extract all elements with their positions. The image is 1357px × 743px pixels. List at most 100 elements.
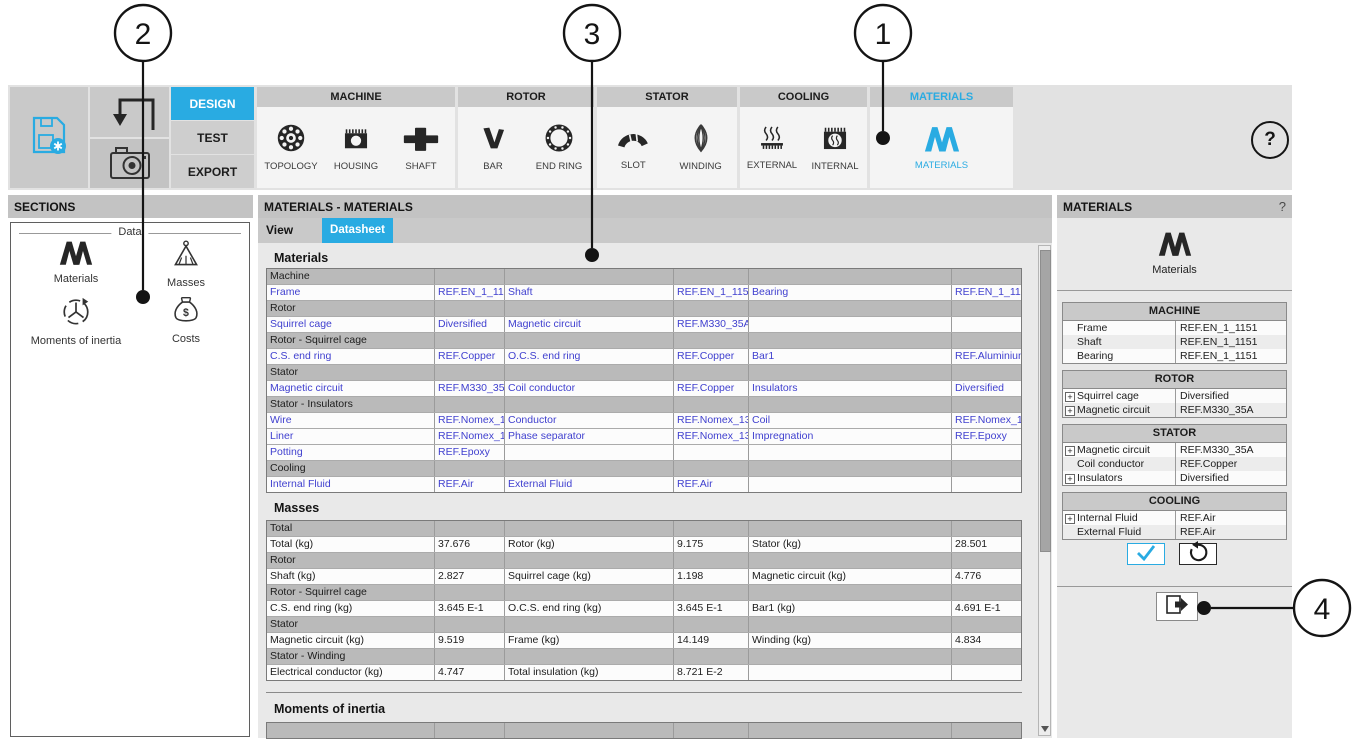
group-title-cooling: COOLING: [740, 87, 867, 107]
table-cell: [749, 553, 952, 568]
table-cell[interactable]: Insulators: [749, 381, 952, 396]
summary-row[interactable]: Internal FluidREF.Air: [1063, 511, 1286, 525]
table-cell: [435, 397, 505, 412]
table-cell[interactable]: REF.EN_1_1151: [674, 285, 749, 300]
shaft-icon-item[interactable]: SHAFT: [390, 123, 452, 172]
table-cell[interactable]: REF.Nomex_130: [435, 413, 505, 428]
toolbar-item-internal-cooling[interactable]: INTERNAL: [804, 123, 866, 172]
table-cell: Total insulation (kg): [505, 665, 674, 680]
table-cell[interactable]: Wire: [267, 413, 435, 428]
table-cell[interactable]: Magnetic circuit: [267, 381, 435, 396]
expand-plus-icon[interactable]: [1065, 514, 1075, 524]
table-cell[interactable]: O.C.S. end ring: [505, 349, 674, 364]
sidebar-item-masses[interactable]: Masses: [131, 239, 241, 289]
winding-icon: [686, 123, 716, 158]
table-cell[interactable]: REF.Epoxy: [435, 445, 505, 460]
table-cell[interactable]: REF.Nomex_130: [435, 429, 505, 444]
table-cell[interactable]: Internal Fluid: [267, 477, 435, 492]
table-cell[interactable]: REF.Aluminium: [952, 349, 1021, 364]
table-cell[interactable]: Coil: [749, 413, 952, 428]
table-cell[interactable]: Coil conductor: [505, 381, 674, 396]
summary-row-value: REF.M330_35A: [1175, 443, 1286, 457]
table-cell[interactable]: REF.M330_35A: [435, 381, 505, 396]
summary-row[interactable]: Squirrel cageDiversified: [1063, 389, 1286, 403]
table-cell[interactable]: Bar1: [749, 349, 952, 364]
summary-row[interactable]: Magnetic circuitREF.M330_35A: [1063, 403, 1286, 417]
expand-plus-icon[interactable]: [1065, 446, 1075, 456]
back-return-button[interactable]: [90, 87, 169, 137]
table-section-row: Machine: [267, 269, 1021, 285]
summary-row[interactable]: Magnetic circuitREF.M330_35A: [1063, 443, 1286, 457]
table-cell: Stator - Winding: [267, 649, 435, 664]
table-cell[interactable]: REF.Air: [674, 477, 749, 492]
table-cell[interactable]: Frame: [267, 285, 435, 300]
table-cell[interactable]: Squirrel cage: [267, 317, 435, 332]
section-divider: [266, 692, 1022, 693]
table-cell[interactable]: Conductor: [505, 413, 674, 428]
table-cell[interactable]: Liner: [267, 429, 435, 444]
table-cell[interactable]: REF.Nomex_130: [952, 413, 1021, 428]
table-cell[interactable]: Bearing: [749, 285, 952, 300]
summary-row[interactable]: InsulatorsDiversified: [1063, 471, 1286, 485]
toolbar-item-topology[interactable]: TOPOLOGY: [260, 123, 322, 172]
moments-table: [266, 722, 1022, 739]
table-cell[interactable]: Diversified: [952, 381, 1021, 396]
summary-row-label: Internal Fluid: [1063, 511, 1175, 525]
table-cell: [749, 521, 952, 536]
table-cell[interactable]: REF.M330_35A: [674, 317, 749, 332]
toolbar-item-housing[interactable]: HOUSING: [325, 123, 387, 172]
table-cell[interactable]: REF.Nomex_130: [674, 429, 749, 444]
table-cell[interactable]: REF.EN_1_1151: [952, 285, 1021, 300]
sidebar-item-materials[interactable]: Materials: [21, 239, 131, 285]
table-section-row: Rotor: [267, 553, 1021, 569]
table-cell[interactable]: REF.Copper: [435, 349, 505, 364]
toolbar-item-external-cooling[interactable]: EXTERNAL: [741, 124, 803, 171]
expand-plus-icon[interactable]: [1065, 474, 1075, 484]
table-cell: [952, 461, 1021, 476]
export-report-button[interactable]: [1156, 592, 1198, 621]
table-cell[interactable]: Magnetic circuit: [505, 317, 674, 332]
apply-button[interactable]: [1127, 543, 1165, 565]
table-cell[interactable]: Diversified: [435, 317, 505, 332]
table-cell[interactable]: Shaft: [505, 285, 674, 300]
scrollbar-down-arrow-icon[interactable]: [1041, 726, 1049, 732]
table-cell: [435, 301, 505, 316]
reset-button[interactable]: [1179, 543, 1217, 565]
help-button[interactable]: ?: [1251, 121, 1289, 159]
tab-test[interactable]: TEST: [171, 121, 254, 154]
tab-view[interactable]: View: [258, 218, 322, 243]
vertical-scrollbar[interactable]: [1038, 245, 1051, 736]
table-cell: [435, 617, 505, 632]
panel-help-button[interactable]: ?: [1279, 199, 1286, 214]
screenshot-button[interactable]: [90, 139, 169, 188]
table-cell[interactable]: REF.Copper: [674, 349, 749, 364]
table-cell[interactable]: REF.EN_1_1151: [435, 285, 505, 300]
table-cell[interactable]: Potting: [267, 445, 435, 460]
expand-plus-icon[interactable]: [1065, 406, 1075, 416]
expand-plus-icon[interactable]: [1065, 392, 1075, 402]
table-cell[interactable]: Impregnation: [749, 429, 952, 444]
table-cell[interactable]: REF.Copper: [674, 381, 749, 396]
toolbar-item-bar[interactable]: BAR: [462, 123, 524, 172]
table-cell[interactable]: REF.Epoxy: [952, 429, 1021, 444]
tab-datasheet[interactable]: Datasheet: [322, 218, 393, 243]
sidebar-item-moments-of-inertia[interactable]: Moments of inertia: [21, 295, 131, 347]
tab-export[interactable]: EXPORT: [171, 155, 254, 188]
toolbar-item-materials[interactable]: MATERIALS: [911, 124, 973, 171]
save-project-button[interactable]: [10, 87, 88, 188]
scrollbar-thumb[interactable]: [1040, 250, 1051, 552]
table-cell[interactable]: REF.Nomex_130: [674, 413, 749, 428]
table-cell[interactable]: C.S. end ring: [267, 349, 435, 364]
summary-table-title: ROTOR: [1063, 371, 1286, 389]
sidebar-item-costs[interactable]: $ Costs: [131, 295, 241, 345]
toolbar-item-slot[interactable]: SLOT: [602, 124, 664, 171]
table-cell[interactable]: External Fluid: [505, 477, 674, 492]
table-cell[interactable]: REF.Air: [435, 477, 505, 492]
tab-design[interactable]: DESIGN: [171, 87, 254, 120]
toolbar-item-winding[interactable]: WINDING: [670, 123, 732, 172]
table-cell[interactable]: Phase separator: [505, 429, 674, 444]
table-cell: [952, 477, 1021, 492]
toolbar-item-end-ring[interactable]: END RING: [528, 123, 590, 172]
table-cell: 1.198: [674, 569, 749, 584]
masses-section-heading: Masses: [274, 501, 319, 515]
